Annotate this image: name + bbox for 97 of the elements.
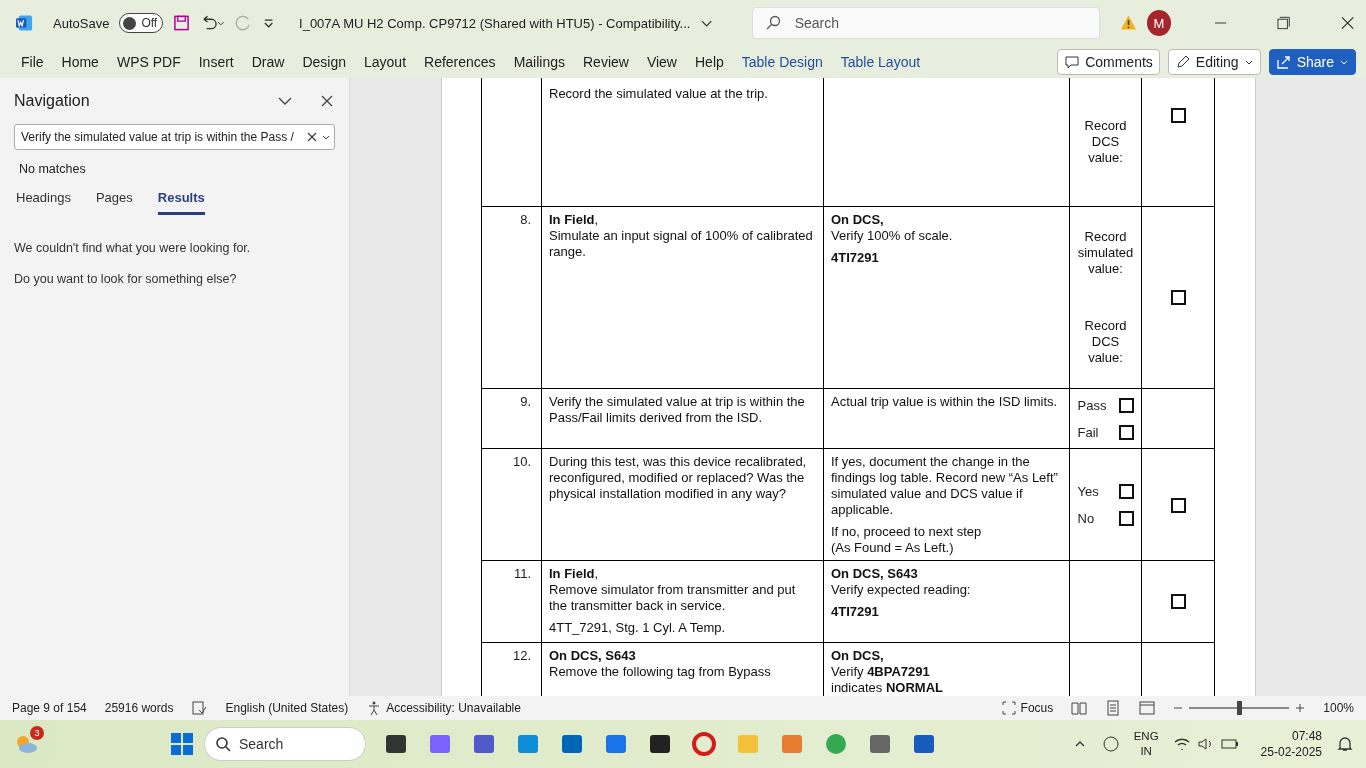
pane-tab[interactable]: Pages — [95, 190, 133, 215]
taskbar-search[interactable]: Search — [204, 727, 366, 761]
expected-text: On DCS, S643 Verify expected reading: — [831, 566, 972, 598]
expected-text: On DCS, Verify 4BPA7291 indicates NORMAL — [831, 648, 944, 696]
search-field[interactable]: Verify the simulated value at trip is within the Pass / — [14, 124, 335, 150]
choice-label: Yes — [1077, 484, 1099, 499]
record-label: Record DCS value: — [1084, 318, 1127, 367]
record-label: Record DCS value: — [1084, 118, 1127, 166]
notification-badge: 3 — [30, 726, 44, 740]
step-text: 4TT_7291, Stg. 1 Cyl. A Temp. — [549, 620, 727, 636]
ribbon-tab[interactable]: References — [415, 54, 505, 70]
clear-icon — [306, 131, 318, 143]
ribbon-tab[interactable]: Home — [52, 54, 108, 70]
ribbon-tab[interactable]: Help — [686, 54, 733, 70]
input-region[interactable]: IN — [1140, 744, 1152, 759]
search-field[interactable]: Search — [751, 7, 1100, 39]
word-count[interactable]: 25916 words — [104, 701, 174, 715]
accessibility-label[interactable]: Accessibility: Unavailable — [386, 701, 521, 715]
choice-label: Pass — [1077, 397, 1107, 413]
clock-date[interactable]: 25-02-2025 — [1260, 744, 1322, 760]
checkbox[interactable] — [1171, 290, 1186, 305]
close-icon[interactable] — [1340, 16, 1354, 30]
step-text: In Field, Simulate an input signal of 100% of calibrated range. — [549, 212, 814, 260]
ribbon-tab[interactable]: Table Layout — [831, 54, 930, 70]
checkbox[interactable] — [1171, 108, 1186, 123]
word-logo-icon[interactable] — [16, 14, 33, 32]
step-text: Record the simulated value at the trip. — [549, 86, 769, 102]
zoom-in-icon[interactable] — [1295, 703, 1306, 713]
step-text: On DCS, S643 Remove the following tag from Bypass — [549, 648, 772, 680]
ribbon-tab[interactable]: Mailings — [504, 54, 574, 70]
page-count[interactable]: Page 9 of 154 — [12, 701, 87, 715]
share-button[interactable]: Share — [1268, 49, 1356, 75]
pane-title: Navigation — [14, 92, 90, 110]
document-title: I_007A MU H2 Comp. CP9712 (Shared with HTU5) - Compatibility... — [299, 15, 691, 31]
autosave-label: AutoSave — [53, 15, 110, 31]
checkbox[interactable] — [1118, 397, 1134, 413]
checkbox[interactable] — [1118, 511, 1134, 526]
chevron-down-icon — [322, 133, 330, 141]
record-label: Record simulated value: — [1077, 228, 1134, 277]
checkbox[interactable] — [1118, 484, 1134, 499]
pencil-icon — [1174, 54, 1191, 70]
language-label[interactable]: English (United States) — [225, 701, 349, 715]
message-text: We couldn't find what you were looking for. — [14, 241, 252, 255]
comments-button[interactable]: Comments — [1057, 49, 1160, 75]
expected-text: If no, proceed to next step (As Found = As Left.) — [831, 524, 983, 556]
ribbon-tab[interactable]: Review — [574, 54, 638, 70]
share-icon — [1275, 54, 1292, 70]
wifi-icon[interactable] — [1172, 735, 1191, 753]
ribbon-tab[interactable]: Layout — [355, 54, 416, 70]
pane-tab[interactable]: Results — [157, 190, 205, 215]
step-number: 10. — [511, 453, 532, 469]
ribbon-tab[interactable]: File — [12, 54, 53, 70]
checkbox[interactable] — [1171, 497, 1186, 513]
ribbon-tab[interactable]: Insert — [189, 54, 243, 70]
step-number: 12. — [511, 647, 532, 663]
choice-label: Fail — [1077, 424, 1099, 440]
message-text: Do you want to look for something else? — [14, 272, 238, 286]
search-icon — [215, 736, 231, 752]
checkbox[interactable] — [1118, 424, 1134, 440]
expected-text: Actual trip value is within the ISD limits. — [831, 394, 1059, 410]
step-text: In Field, Remove simulator from transmitter and put the transmitter back in service. — [549, 566, 797, 614]
ribbon-tab[interactable]: Design — [293, 54, 355, 70]
expected-text: On DCS, Verify 100% of scale. — [831, 212, 954, 244]
expected-text: If yes, document the change in the findings log table. Record new “As Left” simulated value and DCS value if applicable. — [831, 454, 1059, 518]
zoom-level[interactable]: 100% — [1323, 701, 1354, 715]
zoom-thumb[interactable] — [1237, 701, 1243, 715]
pane-tab[interactable]: Headings — [16, 190, 71, 215]
web-layout-icon[interactable] — [1139, 700, 1156, 716]
checkbox[interactable] — [1171, 594, 1186, 609]
restore-icon[interactable] — [1277, 16, 1291, 30]
result-status: No matches — [19, 162, 87, 176]
input-language[interactable]: ENG — [1133, 729, 1159, 744]
ribbon-tab[interactable]: View — [637, 54, 686, 70]
ribbon-tab[interactable]: Draw — [242, 54, 294, 70]
proofing-icon[interactable] — [191, 700, 208, 716]
user-avatar[interactable]: M — [1146, 10, 1172, 36]
step-number: 9. — [519, 393, 532, 409]
comment-icon — [1064, 54, 1081, 70]
ribbon-tab[interactable]: Table Design — [732, 54, 832, 70]
step-number: 11. — [512, 565, 532, 581]
autosave-toggle[interactable]: Off — [119, 13, 164, 33]
save-icon[interactable] — [173, 14, 191, 32]
editing-button[interactable]: Editing — [1167, 49, 1261, 75]
choice-label: No — [1077, 511, 1095, 526]
expected-text: 4TI7291 — [831, 250, 880, 266]
read-mode-icon[interactable] — [1071, 700, 1088, 716]
step-text: Verify the simulated value at trip is within the Pass/Fail limits derived from the ISD. — [549, 394, 806, 426]
bell-icon[interactable] — [1336, 735, 1354, 753]
step-text: During this test, was this device recalibrated, reconfigured, modified or replaced? Was the physical installation modified in any way? — [549, 454, 808, 502]
ribbon-tab[interactable]: WPS PDF — [107, 54, 190, 70]
focus-label[interactable]: Focus — [1020, 701, 1054, 715]
start-icon[interactable] — [168, 730, 196, 758]
close-icon[interactable] — [319, 93, 335, 109]
step-number: 8. — [519, 211, 532, 227]
search-icon — [764, 15, 781, 31]
expected-text: 4TI7291 — [831, 604, 880, 620]
clock-time[interactable]: 07:48 — [1291, 728, 1322, 744]
